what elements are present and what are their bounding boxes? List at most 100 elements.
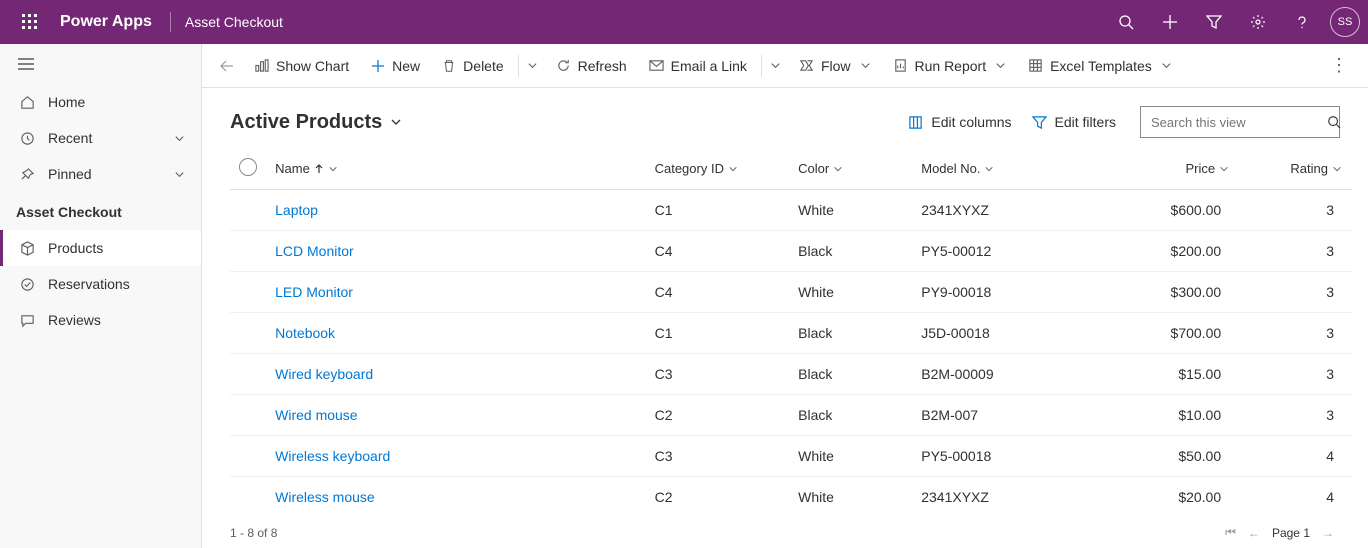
command-divider <box>518 55 519 77</box>
chevron-down-icon <box>174 169 185 180</box>
nav-pinned[interactable]: Pinned <box>0 156 201 192</box>
filter-icon[interactable] <box>1192 0 1236 44</box>
nav-collapse-button[interactable] <box>0 44 201 84</box>
row-select[interactable] <box>230 354 275 395</box>
table-row[interactable]: Wired mouseC2BlackB2M-007$10.003 <box>230 395 1352 436</box>
cell-color: Black <box>798 313 921 354</box>
table-row[interactable]: Wired keyboardC3BlackB2M-00009$15.003 <box>230 354 1352 395</box>
back-button[interactable] <box>212 58 242 74</box>
cmd-refresh[interactable]: Refresh <box>546 52 637 80</box>
view-title[interactable]: Active Products <box>230 111 402 134</box>
nav-recent[interactable]: Recent <box>0 120 201 156</box>
edit-columns-button[interactable]: Edit columns <box>898 108 1021 136</box>
nav-products[interactable]: Products <box>0 230 201 266</box>
col-model[interactable]: Model No. <box>921 148 1106 190</box>
cmd-overflow[interactable]: ⋮ <box>1320 49 1358 82</box>
table-row[interactable]: LED MonitorC4WhitePY9-00018$300.003 <box>230 272 1352 313</box>
flow-icon <box>799 58 814 73</box>
app-brand[interactable]: Power Apps <box>52 13 160 31</box>
cmd-label: Refresh <box>578 58 627 74</box>
columns-icon <box>908 115 923 130</box>
cell-rating: 4 <box>1239 477 1352 518</box>
chevron-down-icon <box>390 116 402 128</box>
nav-reviews[interactable]: Reviews <box>0 302 201 338</box>
cmd-delete[interactable]: Delete <box>432 52 513 80</box>
table-row[interactable]: LaptopC1White2341XYXZ$600.003 <box>230 190 1352 231</box>
col-color[interactable]: Color <box>798 148 921 190</box>
row-select[interactable] <box>230 190 275 231</box>
action-label: Edit filters <box>1055 114 1116 130</box>
record-summary: 1 - 8 of 8 <box>230 526 277 540</box>
cmd-delete-dropdown[interactable] <box>523 54 544 77</box>
cell-rating: 4 <box>1239 436 1352 477</box>
cell-category: C3 <box>655 354 799 395</box>
col-category[interactable]: Category ID <box>655 148 799 190</box>
settings-icon[interactable] <box>1236 0 1280 44</box>
nav-label: Reservations <box>48 276 130 292</box>
app-header: Power Apps Asset Checkout SS <box>0 0 1368 44</box>
select-all[interactable] <box>230 148 275 190</box>
record-link[interactable]: Wireless keyboard <box>275 448 390 464</box>
clock-icon <box>16 131 38 146</box>
col-rating[interactable]: Rating <box>1239 148 1352 190</box>
cmd-label: Run Report <box>915 58 987 74</box>
page-next[interactable]: → <box>1316 526 1340 540</box>
nav-label: Pinned <box>48 166 92 182</box>
row-select[interactable] <box>230 436 275 477</box>
page-first[interactable]: ⏮ <box>1219 525 1242 540</box>
cell-model: PY5-00012 <box>921 231 1106 272</box>
add-icon[interactable] <box>1148 0 1192 44</box>
table-row[interactable]: Wireless mouseC2White2341XYXZ$20.004 <box>230 477 1352 518</box>
table-row[interactable]: NotebookC1BlackJ5D-00018$700.003 <box>230 313 1352 354</box>
page-prev[interactable]: ← <box>1242 526 1266 540</box>
record-link[interactable]: LED Monitor <box>275 284 353 300</box>
record-link[interactable]: Wired keyboard <box>275 366 373 382</box>
search-box[interactable] <box>1140 106 1340 138</box>
cell-rating: 3 <box>1239 313 1352 354</box>
table-row[interactable]: LCD MonitorC4BlackPY5-00012$200.003 <box>230 231 1352 272</box>
cmd-email-link[interactable]: Email a Link <box>639 52 757 80</box>
row-select[interactable] <box>230 477 275 518</box>
table-row[interactable]: Wireless keyboardC3WhitePY5-00018$50.004 <box>230 436 1352 477</box>
mail-icon <box>649 58 664 73</box>
record-link[interactable]: Wired mouse <box>275 407 357 423</box>
chevron-down-icon <box>1332 164 1342 174</box>
excel-icon <box>1028 58 1043 73</box>
record-link[interactable]: Notebook <box>275 325 335 341</box>
cell-color: Black <box>798 231 921 272</box>
waffle-button[interactable] <box>8 14 52 30</box>
cmd-email-dropdown[interactable] <box>766 54 787 77</box>
cmd-run-report[interactable]: Run Report <box>883 52 1017 80</box>
cmd-flow[interactable]: Flow <box>789 52 881 80</box>
row-select[interactable] <box>230 313 275 354</box>
command-bar: Show Chart New Delete Refresh Email a Li… <box>202 44 1368 88</box>
command-divider <box>761 55 762 77</box>
col-price[interactable]: Price <box>1106 148 1239 190</box>
cell-category: C2 <box>655 395 799 436</box>
search-input[interactable] <box>1151 115 1327 130</box>
nav-reservations[interactable]: Reservations <box>0 266 201 302</box>
cmd-show-chart[interactable]: Show Chart <box>244 52 359 80</box>
nav-home[interactable]: Home <box>0 84 201 120</box>
record-link[interactable]: LCD Monitor <box>275 243 354 259</box>
cell-color: Black <box>798 395 921 436</box>
chevron-down-icon <box>995 60 1006 71</box>
row-select[interactable] <box>230 231 275 272</box>
app-context[interactable]: Asset Checkout <box>185 14 283 30</box>
cell-rating: 3 <box>1239 272 1352 313</box>
cmd-new[interactable]: New <box>361 52 430 80</box>
cmd-excel-templates[interactable]: Excel Templates <box>1018 52 1182 80</box>
user-avatar[interactable]: SS <box>1330 7 1360 37</box>
edit-filters-button[interactable]: Edit filters <box>1022 108 1126 136</box>
search-icon[interactable] <box>1104 0 1148 44</box>
row-select[interactable] <box>230 272 275 313</box>
chevron-down-icon <box>833 164 843 174</box>
row-select[interactable] <box>230 395 275 436</box>
record-link[interactable]: Wireless mouse <box>275 489 375 505</box>
cell-model: B2M-007 <box>921 395 1106 436</box>
col-name[interactable]: Name <box>275 148 654 190</box>
help-icon[interactable] <box>1280 0 1324 44</box>
record-link[interactable]: Laptop <box>275 202 318 218</box>
cell-price: $200.00 <box>1106 231 1239 272</box>
cell-model: J5D-00018 <box>921 313 1106 354</box>
